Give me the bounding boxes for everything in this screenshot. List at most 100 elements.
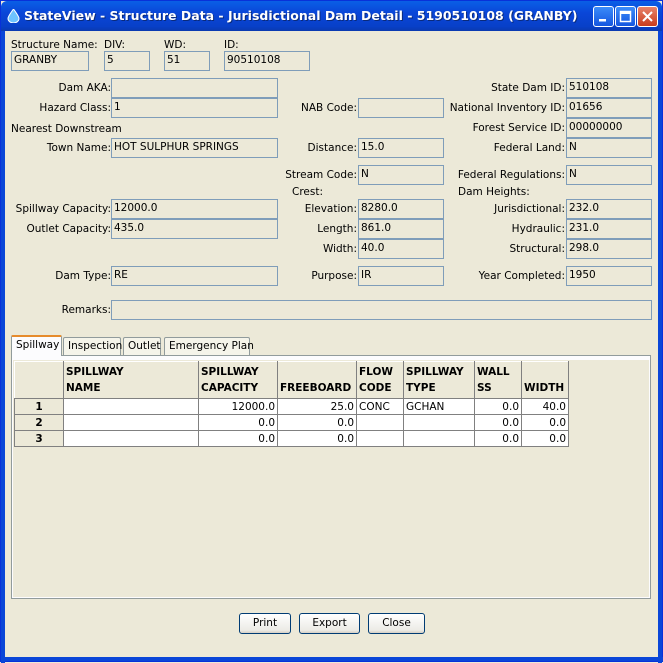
column-header-spillway-capacity[interactable]: SPILLWAY CAPACITY: [198, 361, 278, 399]
column-header-width[interactable]: WIDTH: [521, 361, 569, 399]
hydraulic-field[interactable]: 231.0: [566, 219, 652, 239]
distance-field[interactable]: 15.0: [358, 138, 444, 158]
structural-label: Structural:: [509, 243, 565, 255]
id-field[interactable]: 90510108: [224, 51, 310, 71]
header-line1: WALL: [477, 366, 510, 378]
cell-spillway-capacity[interactable]: 0.0: [198, 414, 278, 431]
title-bar[interactable]: StateView - Structure Data - Jurisdictio…: [1, 1, 662, 31]
outlet-capacity-label: Outlet Capacity:: [26, 223, 111, 235]
dam-aka-field[interactable]: [111, 78, 278, 98]
export-button[interactable]: Export: [299, 613, 360, 634]
nab-code-field[interactable]: [358, 98, 444, 118]
cell-spillway-name[interactable]: [63, 430, 199, 447]
cell-width[interactable]: 40.0: [521, 398, 569, 415]
elevation-label: Elevation:: [304, 203, 357, 215]
cell-spillway-type[interactable]: [403, 414, 475, 431]
state-dam-id-field[interactable]: 510108: [566, 78, 652, 98]
federal-regulations-field[interactable]: N: [566, 165, 652, 185]
window-title: StateView - Structure Data - Jurisdictio…: [24, 8, 578, 23]
length-field[interactable]: 861.0: [358, 219, 444, 239]
stream-code-label: Stream Code:: [285, 169, 357, 181]
cell-flow-code[interactable]: [356, 430, 404, 447]
column-header-spillway-name[interactable]: SPILLWAY NAME: [63, 361, 199, 399]
minimize-icon: [599, 19, 606, 22]
year-completed-field[interactable]: 1950: [566, 266, 652, 286]
structure-name-field[interactable]: GRANBY: [11, 51, 89, 71]
close-window-button[interactable]: [637, 6, 658, 27]
cell-flow-code[interactable]: CONC: [356, 398, 404, 415]
header-line2: WIDTH: [524, 382, 565, 394]
national-inventory-id-field[interactable]: 01656: [566, 98, 652, 118]
tab-outlet[interactable]: Outlet: [123, 337, 161, 355]
cell-width[interactable]: 0.0: [521, 430, 569, 447]
row-number[interactable]: 2: [14, 414, 64, 431]
header-line2: FREEBOARD: [280, 382, 352, 394]
width-field[interactable]: 40.0: [358, 239, 444, 259]
structure-name-label: Structure Name:: [11, 39, 98, 51]
cell-spillway-name[interactable]: [63, 414, 199, 431]
header-line1: SPILLWAY: [66, 366, 124, 378]
wd-field[interactable]: 51: [164, 51, 210, 71]
column-header-walls[interactable]: WALL SS: [474, 361, 522, 399]
print-button[interactable]: Print: [239, 613, 291, 634]
column-header-spillway-type[interactable]: SPILLWAY TYPE: [403, 361, 475, 399]
wd-label: WD:: [164, 39, 187, 51]
cell-flow-code[interactable]: [356, 414, 404, 431]
cell-freeboard[interactable]: 0.0: [277, 430, 357, 447]
town-name-label: Town Name:: [46, 142, 111, 154]
row-number[interactable]: 3: [14, 430, 64, 447]
cell-spillway-type[interactable]: GCHAN: [403, 398, 475, 415]
column-header-flow-code[interactable]: FLOW CODE: [356, 361, 404, 399]
outlet-capacity-field[interactable]: 435.0: [111, 219, 278, 239]
length-label: Length:: [317, 223, 357, 235]
purpose-field[interactable]: IR: [358, 266, 444, 286]
federal-land-field[interactable]: N: [566, 138, 652, 158]
table-row[interactable]: 1 12000.0 25.0 CONC GCHAN 0.0 40.0: [14, 398, 569, 415]
dam-detail-window: StateView - Structure Data - Jurisdictio…: [0, 0, 663, 663]
cell-spillway-capacity[interactable]: 12000.0: [198, 398, 278, 415]
town-name-field[interactable]: HOT SULPHUR SPRINGS: [111, 138, 278, 158]
hazard-class-field[interactable]: 1: [111, 98, 278, 118]
elevation-field[interactable]: 8280.0: [358, 199, 444, 219]
crest-label: Crest:: [292, 186, 324, 198]
cell-spillway-type[interactable]: [403, 430, 475, 447]
row-header-corner: [14, 361, 64, 399]
window-frame-left: [1, 31, 5, 663]
tab-inspection[interactable]: Inspection: [63, 337, 122, 355]
header-line2: SS: [477, 382, 492, 394]
tab-spillway[interactable]: Spillway: [11, 335, 62, 356]
cell-freeboard[interactable]: 0.0: [277, 414, 357, 431]
state-dam-id-label: State Dam ID:: [491, 82, 565, 94]
table-row[interactable]: 2 0.0 0.0 0.0 0.0: [14, 414, 569, 431]
cell-walls[interactable]: 0.0: [474, 414, 522, 431]
jurisdictional-field[interactable]: 232.0: [566, 199, 652, 219]
column-header-freeboard[interactable]: FREEBOARD: [277, 361, 357, 399]
table-row[interactable]: 3 0.0 0.0 0.0 0.0: [14, 430, 569, 447]
maximize-button[interactable]: [615, 6, 636, 27]
cell-walls[interactable]: 0.0: [474, 398, 522, 415]
remarks-field[interactable]: [111, 300, 652, 320]
row-number[interactable]: 1: [14, 398, 64, 415]
window-frame-right: [658, 31, 662, 663]
national-inventory-id-label: National Inventory ID:: [449, 102, 565, 114]
dam-type-field[interactable]: RE: [111, 266, 278, 286]
header-line2: TYPE: [406, 382, 436, 394]
spillway-capacity-field[interactable]: 12000.0: [111, 199, 278, 219]
stream-code-field[interactable]: N: [358, 165, 444, 185]
federal-regulations-label: Federal Regulations:: [457, 169, 565, 181]
structural-field[interactable]: 298.0: [566, 239, 652, 259]
spillway-capacity-label: Spillway Capacity:: [15, 203, 111, 215]
div-field[interactable]: 5: [104, 51, 150, 71]
cell-width[interactable]: 0.0: [521, 414, 569, 431]
cell-freeboard[interactable]: 25.0: [277, 398, 357, 415]
forest-service-id-field[interactable]: 00000000: [566, 118, 652, 138]
window-frame-bottom: [1, 657, 663, 661]
cell-spillway-capacity[interactable]: 0.0: [198, 430, 278, 447]
cell-spillway-name[interactable]: [63, 398, 199, 415]
stateview-drop-icon: [7, 9, 20, 23]
cell-walls[interactable]: 0.0: [474, 430, 522, 447]
close-button[interactable]: Close: [368, 613, 425, 634]
minimize-button[interactable]: [593, 6, 614, 27]
tab-emergency-plan[interactable]: Emergency Plan: [164, 337, 254, 355]
spillway-table: SPILLWAY NAME SPILLWAY CAPACITY FREEBOARD …: [14, 361, 569, 447]
